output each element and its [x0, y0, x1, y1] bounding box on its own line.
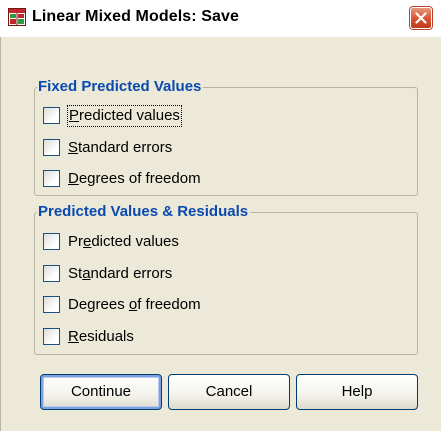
residual-degrees-of-freedom-checkbox[interactable]: [43, 296, 60, 313]
residual-predicted-values-checkbox[interactable]: [43, 233, 60, 250]
residual-degrees-of-freedom-option[interactable]: Degrees of freedom: [43, 295, 233, 315]
cancel-button[interactable]: Cancel: [168, 374, 290, 410]
fixed-standard-errors-label: tandard errors: [78, 139, 173, 156]
dialog-title: Linear Mixed Models: Save: [32, 8, 240, 25]
fixed-predicted-values-checkbox[interactable]: [43, 107, 60, 124]
spss-dialog-icon: [8, 8, 26, 26]
fixed-degrees-of-freedom-label: egrees of freedom: [78, 170, 201, 187]
close-button[interactable]: [410, 7, 432, 29]
residual-predicted-values-option[interactable]: Predicted values: [43, 232, 213, 252]
mnemonic-letter: S: [68, 139, 79, 156]
fixed-standard-errors-checkbox[interactable]: [43, 139, 60, 156]
mnemonic-letter: D: [68, 170, 79, 187]
mnemonic-letter: P: [69, 107, 80, 124]
fixed-predicted-values-option[interactable]: Predicted values: [43, 105, 213, 127]
continue-button[interactable]: Continue: [40, 374, 162, 410]
dialog-window: Linear Mixed Models: Save Fixed Predicte…: [0, 0, 441, 431]
fixed-degrees-of-freedom-option[interactable]: Degrees of freedom: [43, 169, 233, 189]
title-bar[interactable]: Linear Mixed Models: Save: [0, 0, 441, 38]
mnemonic-letter: R: [68, 328, 79, 345]
fixed-degrees-of-freedom-checkbox[interactable]: [43, 170, 60, 187]
fixed-standard-errors-option[interactable]: Standard errors: [43, 138, 213, 158]
fixed-predicted-values-label: redicted values: [79, 107, 180, 124]
mnemonic-letter: a: [82, 265, 91, 282]
residuals-option[interactable]: Residuals: [43, 327, 163, 347]
help-button[interactable]: Help: [296, 374, 418, 410]
predicted-values-residuals-title: Predicted Values & Residuals: [37, 203, 251, 221]
residual-standard-errors-checkbox[interactable]: [43, 265, 60, 282]
mnemonic-letter: o: [128, 296, 138, 313]
residual-standard-errors-option[interactable]: Standard errors: [43, 264, 213, 284]
residuals-checkbox[interactable]: [43, 328, 60, 345]
fixed-predicted-values-title: Fixed Predicted Values: [37, 78, 204, 96]
